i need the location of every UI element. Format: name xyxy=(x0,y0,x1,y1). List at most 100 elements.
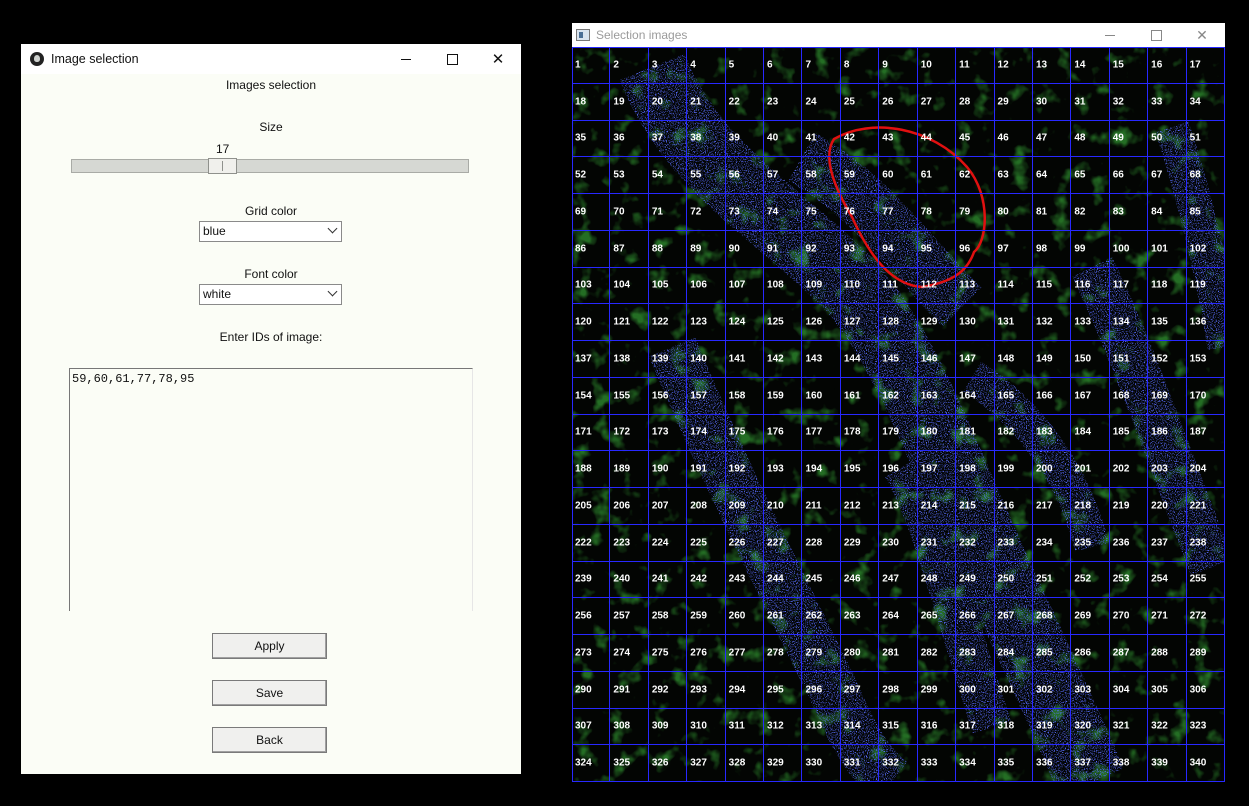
image-canvas[interactable]: 1 2 3 4 5 6 7 8 9 10 11 12 13 14 15 16 17 18 19 20 21 22 23 24 2… xyxy=(572,47,1225,782)
grid-cell[interactable]: 229 xyxy=(840,524,880,562)
grid-cell[interactable]: 111 xyxy=(879,267,918,305)
grid-cell[interactable]: 323 xyxy=(1186,708,1225,746)
grid-cell[interactable]: 268 xyxy=(1032,598,1072,635)
grid-cell[interactable]: 135 xyxy=(1148,304,1187,341)
minimize-button[interactable] xyxy=(1087,23,1133,47)
back-button[interactable]: Back xyxy=(212,727,327,753)
grid-cell[interactable]: 335 xyxy=(994,745,1033,782)
grid-cell[interactable]: 299 xyxy=(917,671,957,709)
grid-cell[interactable]: 106 xyxy=(687,267,726,305)
grid-cell[interactable]: 271 xyxy=(1148,598,1187,635)
grid-cell[interactable]: 110 xyxy=(840,267,880,305)
grid-cell[interactable]: 92 xyxy=(802,230,841,268)
grid-cell[interactable]: 13 xyxy=(1032,47,1072,84)
grid-cell[interactable]: 126 xyxy=(802,304,841,341)
grid-cell[interactable]: 157 xyxy=(687,377,726,415)
maximize-button[interactable] xyxy=(429,44,475,74)
grid-cell[interactable]: 288 xyxy=(1148,635,1187,672)
grid-cell[interactable]: 265 xyxy=(917,598,957,635)
grid-cell[interactable]: 21 xyxy=(687,83,726,121)
grid-cell[interactable]: 174 xyxy=(687,414,726,452)
grid-cell[interactable]: 325 xyxy=(610,745,649,782)
grid-cell[interactable]: 137 xyxy=(572,341,611,378)
grid-cell[interactable]: 25 xyxy=(840,83,880,121)
grid-cell[interactable]: 112 xyxy=(917,267,957,305)
font-color-select[interactable]: white xyxy=(199,284,342,305)
grid-cell[interactable]: 277 xyxy=(725,635,765,672)
grid-cell[interactable]: 121 xyxy=(610,304,649,341)
grid-cell[interactable]: 29 xyxy=(994,83,1033,121)
grid-cell[interactable]: 143 xyxy=(802,341,841,378)
grid-cell[interactable]: 123 xyxy=(687,304,726,341)
size-slider[interactable] xyxy=(71,159,469,173)
grid-cell[interactable]: 187 xyxy=(1186,414,1225,452)
grid-cell[interactable]: 152 xyxy=(1148,341,1187,378)
grid-cell[interactable]: 96 xyxy=(956,230,995,268)
grid-cell[interactable]: 161 xyxy=(840,377,880,415)
grid-cell[interactable]: 130 xyxy=(956,304,995,341)
grid-cell[interactable]: 275 xyxy=(648,635,688,672)
grid-cell[interactable]: 305 xyxy=(1148,671,1187,709)
grid-cell[interactable]: 331 xyxy=(840,745,880,782)
grid-cell[interactable]: 220 xyxy=(1148,488,1187,525)
grid-cell[interactable]: 11 xyxy=(956,47,995,84)
grid-cell[interactable]: 241 xyxy=(648,561,688,599)
grid-cell[interactable]: 163 xyxy=(917,377,957,415)
grid-cell[interactable]: 48 xyxy=(1071,120,1110,158)
grid-cell[interactable]: 3 xyxy=(648,47,688,84)
grid-cell[interactable]: 287 xyxy=(1109,635,1149,672)
grid-cell[interactable]: 140 xyxy=(687,341,726,378)
grid-cell[interactable]: 182 xyxy=(994,414,1033,452)
grid-cell[interactable]: 10 xyxy=(917,47,957,84)
grid-cell[interactable]: 172 xyxy=(610,414,649,452)
grid-cell[interactable]: 214 xyxy=(917,488,957,525)
grid-cell[interactable]: 321 xyxy=(1109,708,1149,746)
grid-cell[interactable]: 279 xyxy=(802,635,841,672)
grid-cell[interactable]: 38 xyxy=(687,120,726,158)
close-button[interactable]: ✕ xyxy=(475,44,521,74)
grid-cell[interactable]: 203 xyxy=(1148,451,1187,488)
grid-cell[interactable]: 193 xyxy=(764,451,803,488)
grid-cell[interactable]: 330 xyxy=(802,745,841,782)
grid-cell[interactable]: 115 xyxy=(1032,267,1072,305)
grid-cell[interactable]: 9 xyxy=(879,47,918,84)
grid-cell[interactable]: 304 xyxy=(1109,671,1149,709)
grid-cell[interactable]: 166 xyxy=(1032,377,1072,415)
grid-cell[interactable]: 250 xyxy=(994,561,1033,599)
grid-cell[interactable]: 180 xyxy=(917,414,957,452)
grid-cell[interactable]: 322 xyxy=(1148,708,1187,746)
grid-cell[interactable]: 194 xyxy=(802,451,841,488)
grid-cell[interactable]: 238 xyxy=(1186,524,1225,562)
grid-cell[interactable]: 141 xyxy=(725,341,765,378)
grid-cell[interactable]: 192 xyxy=(725,451,765,488)
grid-cell[interactable]: 294 xyxy=(725,671,765,709)
grid-cell[interactable]: 5 xyxy=(725,47,765,84)
grid-cell[interactable]: 181 xyxy=(956,414,995,452)
grid-cell[interactable]: 162 xyxy=(879,377,918,415)
grid-cell[interactable]: 73 xyxy=(725,194,765,231)
grid-cell[interactable]: 307 xyxy=(572,708,611,746)
grid-cell[interactable]: 336 xyxy=(1032,745,1072,782)
grid-cell[interactable]: 183 xyxy=(1032,414,1072,452)
grid-cell[interactable]: 56 xyxy=(725,157,765,194)
grid-cell[interactable]: 260 xyxy=(725,598,765,635)
grid-cell[interactable]: 211 xyxy=(802,488,841,525)
grid-cell[interactable]: 242 xyxy=(687,561,726,599)
grid-cell[interactable]: 77 xyxy=(879,194,918,231)
grid-cell[interactable]: 257 xyxy=(610,598,649,635)
size-slider-thumb[interactable] xyxy=(208,158,237,174)
grid-cell[interactable]: 102 xyxy=(1186,230,1225,268)
grid-cell[interactable]: 255 xyxy=(1186,561,1225,599)
grid-cell[interactable]: 128 xyxy=(879,304,918,341)
grid-cell[interactable]: 66 xyxy=(1109,157,1149,194)
grid-cell[interactable]: 142 xyxy=(764,341,803,378)
grid-cell[interactable]: 26 xyxy=(879,83,918,121)
grid-cell[interactable]: 332 xyxy=(879,745,918,782)
grid-cell[interactable]: 286 xyxy=(1071,635,1110,672)
grid-cell[interactable]: 227 xyxy=(764,524,803,562)
grid-cell[interactable]: 340 xyxy=(1186,745,1225,782)
grid-cell[interactable]: 87 xyxy=(610,230,649,268)
grid-cell[interactable]: 293 xyxy=(687,671,726,709)
grid-cell[interactable]: 119 xyxy=(1186,267,1225,305)
grid-cell[interactable]: 256 xyxy=(572,598,611,635)
